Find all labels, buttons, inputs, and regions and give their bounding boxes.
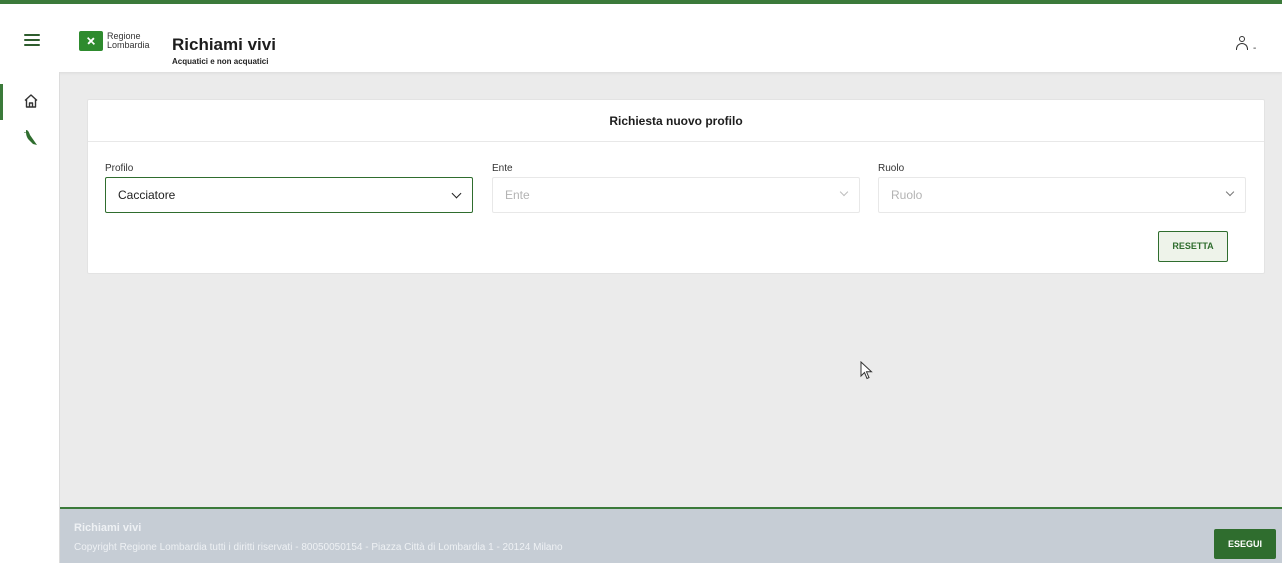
home-icon xyxy=(24,94,38,108)
sidebar-item-richiami[interactable] xyxy=(0,120,60,156)
execute-button[interactable]: ESEGUI xyxy=(1214,529,1276,559)
app-title: Richiami vivi xyxy=(172,35,276,54)
chevron-down-icon xyxy=(451,188,462,199)
logo-text: Regione Lombardia xyxy=(107,32,150,50)
profilo-label: Profilo xyxy=(105,163,134,174)
user-menu-button[interactable]: - xyxy=(1236,36,1266,54)
footer-copyright: Copyright Regione Lombardia tutti i diri… xyxy=(74,542,563,553)
ruolo-placeholder: Ruolo xyxy=(891,188,923,202)
ruolo-select: Ruolo xyxy=(878,177,1246,213)
logo-line-2: Lombardia xyxy=(107,40,150,50)
ente-select: Ente xyxy=(492,177,860,213)
card-title: Richiesta nuovo profilo xyxy=(88,100,1264,142)
sidebar xyxy=(0,72,60,563)
ente-label: Ente xyxy=(492,163,513,174)
footer-title: Richiami vivi xyxy=(74,522,142,534)
footer: Richiami vivi Copyright Regione Lombardi… xyxy=(60,507,1282,563)
app-subtitle: Acquatici e non acquatici xyxy=(172,57,269,66)
ruolo-label: Ruolo xyxy=(878,163,905,174)
reset-button[interactable]: RESETTA xyxy=(1158,231,1228,262)
hamburger-menu-icon[interactable] xyxy=(24,34,40,46)
top-bar: Regione Lombardia Richiami vivi Acquatic… xyxy=(0,0,1282,72)
regione-lombardia-logo: Regione Lombardia xyxy=(79,31,150,51)
logo-mark-icon xyxy=(79,31,103,51)
sidebar-item-home[interactable] xyxy=(0,84,60,120)
request-profile-card: Richiesta nuovo profilo Profilo Cacciato… xyxy=(87,99,1265,274)
ente-placeholder: Ente xyxy=(505,188,530,202)
bird-icon xyxy=(24,130,37,145)
profilo-value: Cacciatore xyxy=(118,188,176,202)
chevron-down-icon xyxy=(839,187,849,197)
user-name: - xyxy=(1253,43,1257,54)
user-icon xyxy=(1239,36,1245,42)
mouse-pointer-icon xyxy=(860,361,873,380)
chevron-down-icon xyxy=(1225,187,1235,197)
profilo-select[interactable]: Cacciatore xyxy=(105,177,473,213)
